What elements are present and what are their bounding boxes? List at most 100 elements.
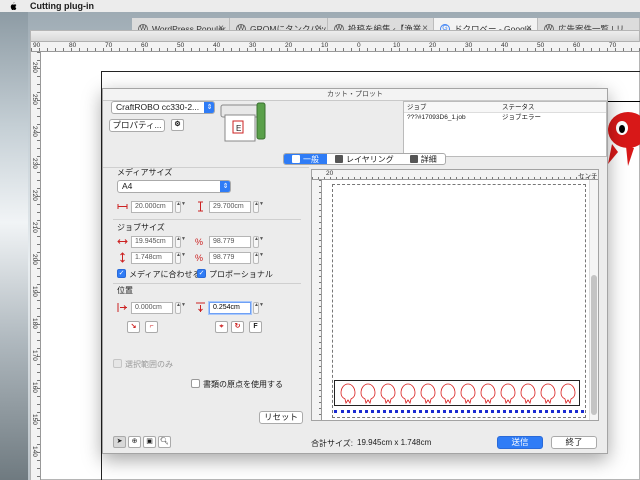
app-name[interactable]: Cutting plug-in bbox=[30, 1, 94, 11]
select-arrow-icon: ⇕ bbox=[220, 181, 230, 192]
sticker-outline bbox=[480, 383, 496, 404]
apple-icon[interactable] bbox=[8, 1, 20, 11]
sticker-outline bbox=[560, 383, 576, 404]
details-icon bbox=[409, 155, 418, 163]
ruler-label: 30 bbox=[249, 42, 257, 49]
ruler-label: 60 bbox=[573, 42, 581, 49]
scale-height-icon: % bbox=[195, 253, 203, 263]
x-offset-icon bbox=[117, 303, 127, 312]
tab-details[interactable]: 詳細 bbox=[402, 154, 445, 164]
media-size-value: A4 bbox=[122, 181, 133, 191]
ruler-label: 240 bbox=[31, 126, 38, 137]
ruler-label: 190 bbox=[31, 286, 38, 297]
media-height-field[interactable]: 29.700cm bbox=[209, 201, 251, 213]
sticker-outline bbox=[520, 383, 536, 404]
ruler-unit-label: センチ bbox=[578, 173, 598, 180]
job-width-percent-stepper[interactable]: ▲▼ bbox=[253, 236, 264, 248]
align-corner-icon[interactable]: ⌐ bbox=[145, 321, 158, 333]
ruler-label: 80 bbox=[69, 42, 77, 49]
proportional-label: プロポーショナル bbox=[209, 270, 273, 279]
column-header-job[interactable]: ジョブ bbox=[404, 102, 500, 112]
select-arrow-icon: ⇕ bbox=[204, 102, 214, 113]
job-name: ???#17093D6_1.job bbox=[407, 114, 466, 121]
divider bbox=[113, 219, 301, 220]
use-doc-origin-checkbox[interactable] bbox=[191, 379, 200, 388]
properties-button[interactable]: プロパティ... bbox=[109, 119, 165, 132]
zoom-icon[interactable]: 🔍︎ bbox=[158, 436, 171, 448]
layers-icon bbox=[335, 155, 343, 163]
registration-mark-icon[interactable]: ⌖ bbox=[215, 321, 228, 333]
ruler-label: 10 bbox=[321, 42, 329, 49]
job-height-icon bbox=[120, 252, 125, 263]
f-button[interactable]: F bbox=[249, 321, 262, 333]
zoom-in-icon[interactable]: ⊕ bbox=[128, 436, 141, 448]
media-width-stepper[interactable]: ▲▼ bbox=[175, 201, 186, 213]
job-height-field[interactable]: 1.748cm bbox=[131, 252, 173, 264]
job-width-field[interactable]: 19.945cm bbox=[131, 236, 173, 248]
device-select[interactable]: CraftROBO cc330-2... ⇕ bbox=[111, 101, 215, 114]
job-list-header: ジョブ ステータス bbox=[404, 102, 606, 113]
ruler-label: 20 bbox=[285, 42, 293, 49]
position-x-stepper[interactable]: ▲▼ bbox=[175, 302, 186, 314]
job-height-percent-stepper[interactable]: ▲▼ bbox=[253, 252, 264, 264]
job-width-icon bbox=[117, 239, 128, 244]
vertical-ruler[interactable]: 260 250 240 230 220 210 200 190 180 170 … bbox=[31, 52, 41, 480]
total-size-value: 19.945cm x 1.748cm bbox=[357, 438, 432, 447]
move-to-origin-icon[interactable]: ↘ bbox=[127, 321, 140, 333]
svg-text:%: % bbox=[195, 253, 203, 263]
ruler-label: 60 bbox=[141, 42, 149, 49]
scale-width-icon: % bbox=[195, 237, 203, 247]
job-width-percent-field[interactable]: 98.779 bbox=[209, 236, 251, 248]
cut-design[interactable] bbox=[334, 380, 580, 406]
arrow-tool-icon[interactable]: ➤ bbox=[113, 436, 126, 448]
job-width-stepper[interactable]: ▲▼ bbox=[175, 236, 186, 248]
y-offset-icon bbox=[196, 302, 205, 312]
ruler-label: 150 bbox=[31, 414, 38, 425]
media-height-icon bbox=[198, 201, 203, 212]
horizontal-ruler[interactable]: 90 80 70 60 50 40 30 20 10 0 10 20 30 40… bbox=[31, 42, 640, 52]
sticker-outline bbox=[400, 383, 416, 404]
media-width-field[interactable]: 20.000cm bbox=[131, 201, 173, 213]
preview-pane[interactable]: 20 センチ bbox=[311, 169, 599, 421]
position-y-field[interactable]: 0.254cm bbox=[209, 302, 251, 314]
preview-scrollbar[interactable] bbox=[589, 180, 598, 420]
rotate-icon[interactable]: ↻ bbox=[231, 321, 244, 333]
sticker-outline bbox=[500, 383, 516, 404]
job-height-stepper[interactable]: ▲▼ bbox=[175, 252, 186, 264]
printer-settings-icon[interactable]: ⚙ bbox=[171, 119, 184, 131]
reset-button[interactable]: リセット bbox=[259, 411, 303, 424]
sticker-outline bbox=[460, 383, 476, 404]
svg-text:%: % bbox=[195, 237, 203, 247]
pen-icon bbox=[292, 155, 300, 163]
selection-only-label: 選択範囲のみ bbox=[125, 360, 173, 369]
ruler-label: 20 bbox=[326, 170, 334, 177]
scrollbar-thumb[interactable] bbox=[591, 275, 597, 415]
proportional-checkbox[interactable]: ✓ bbox=[197, 269, 206, 278]
column-header-status[interactable]: ステータス bbox=[500, 102, 606, 112]
document-titlebar bbox=[31, 31, 639, 42]
fit-media-checkbox[interactable]: ✓ bbox=[117, 269, 126, 278]
send-button[interactable]: 送信 bbox=[497, 436, 543, 449]
media-size-select[interactable]: A4 ⇕ bbox=[117, 180, 231, 193]
tab-general[interactable]: 一般 bbox=[284, 154, 327, 164]
ruler-label: 0 bbox=[357, 42, 361, 49]
ruler-label: 200 bbox=[31, 254, 38, 265]
job-height-percent-field[interactable]: 98.779 bbox=[209, 252, 251, 264]
job-row[interactable]: ???#17093D6_1.job ジョブエラー bbox=[404, 113, 606, 123]
fit-media-label: メディアに合わせる bbox=[129, 270, 201, 279]
selection-only-checkbox[interactable] bbox=[113, 359, 122, 368]
position-x-field[interactable]: 0.000cm bbox=[131, 302, 173, 314]
position-y-stepper[interactable]: ▲▼ bbox=[253, 302, 264, 314]
job-list[interactable]: ジョブ ステータス ???#17093D6_1.job ジョブエラー bbox=[403, 101, 607, 157]
ruler-label: 250 bbox=[31, 94, 38, 105]
ruler-label: 50 bbox=[537, 42, 545, 49]
media-height-stepper[interactable]: ▲▼ bbox=[253, 201, 264, 213]
close-button[interactable]: 終了 bbox=[551, 436, 597, 449]
tab-layering[interactable]: レイヤリング bbox=[327, 154, 402, 164]
fit-view-icon[interactable]: ▣ bbox=[143, 436, 156, 448]
position-label: 位置 bbox=[117, 286, 133, 295]
preview-ruler-horizontal: 20 センチ bbox=[312, 170, 598, 180]
sticker-outline bbox=[340, 383, 356, 404]
media-size-label: メディアサイズ bbox=[117, 168, 173, 177]
tab-label: 一般 bbox=[303, 154, 319, 164]
